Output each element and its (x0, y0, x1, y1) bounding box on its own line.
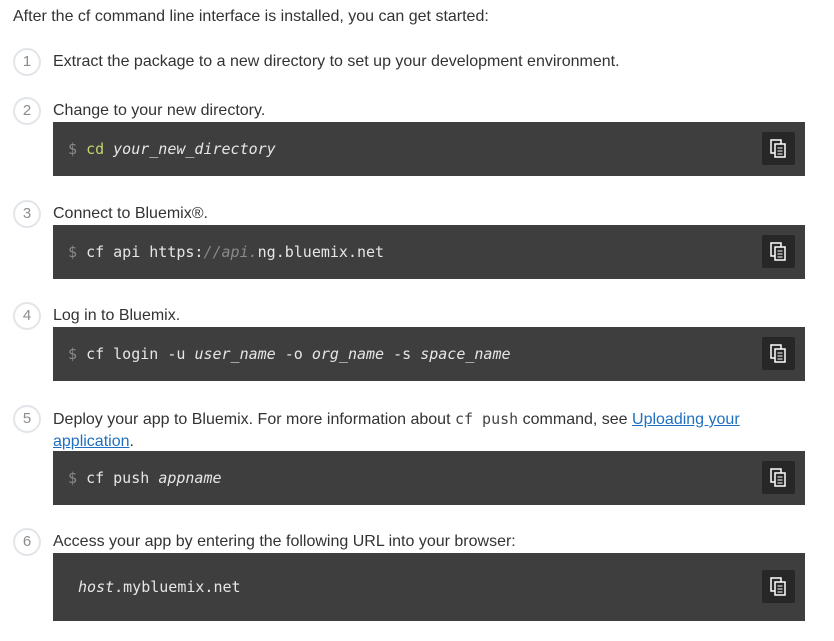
code-block: $ cd your_new_directory (53, 122, 805, 176)
code-block: $ cf push appname (53, 451, 805, 505)
copy-icon (770, 242, 786, 261)
code-block: $ cf api https://api.ng.bluemix.net (53, 225, 805, 279)
command-line[interactable]: $ cd your_new_directory (68, 122, 276, 176)
url-text[interactable]: host.mybluemix.net (78, 553, 241, 621)
copy-button[interactable] (762, 235, 795, 268)
copy-button[interactable] (762, 132, 795, 165)
step-number: 1 (13, 48, 41, 76)
command-line[interactable]: $ cf login -u user_name -o org_name -s s… (68, 327, 511, 381)
copy-icon (770, 468, 786, 487)
step-text: Extract the package to a new directory t… (53, 53, 620, 70)
code-block: host.mybluemix.net (53, 553, 805, 621)
step-number: 4 (13, 302, 41, 330)
command-line[interactable]: $ cf push appname (68, 451, 222, 505)
inline-code: cf push (454, 410, 519, 428)
copy-button[interactable] (762, 461, 795, 494)
step-text: Access your app by entering the followin… (53, 533, 516, 550)
step-text: Connect to Bluemix®. (53, 205, 208, 222)
copy-icon (770, 139, 786, 158)
intro-text: After the cf command line interface is i… (13, 8, 489, 25)
step-number: 3 (13, 200, 41, 228)
step-text: Change to your new directory. (53, 102, 266, 119)
step-text: Log in to Bluemix. (53, 307, 181, 324)
step-number: 2 (13, 97, 41, 125)
step-number: 6 (13, 528, 41, 556)
step-text: Deploy your app to Bluemix. For more inf… (53, 410, 740, 450)
step-number: 5 (13, 405, 41, 433)
code-block: $ cf login -u user_name -o org_name -s s… (53, 327, 805, 381)
copy-icon (770, 344, 786, 363)
copy-button[interactable] (762, 570, 795, 603)
command-line[interactable]: $ cf api https://api.ng.bluemix.net (68, 225, 384, 279)
copy-icon (770, 577, 786, 596)
copy-button[interactable] (762, 337, 795, 370)
